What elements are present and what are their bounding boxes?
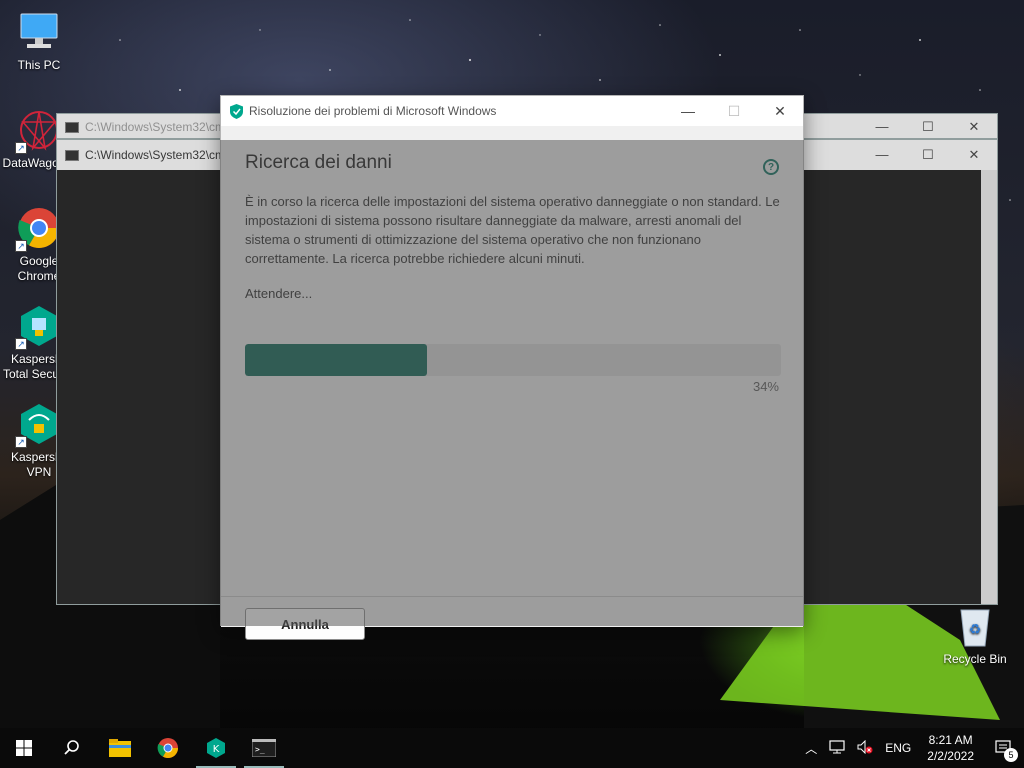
shortcut-arrow-icon: ↗ <box>15 142 27 154</box>
minimize-button[interactable]: — <box>859 119 905 135</box>
taskbar-cmd[interactable]: >_ <box>240 728 288 768</box>
footer-divider <box>221 596 803 597</box>
network-icon[interactable] <box>823 739 851 757</box>
maximize-button[interactable]: ☐ <box>905 147 951 163</box>
shortcut-arrow-icon: ↗ <box>15 338 27 350</box>
desktop-icon-label: Recycle Bin <box>943 652 1007 666</box>
notification-count: 5 <box>1004 748 1018 762</box>
desktop-icon-recycle-bin[interactable]: ♻ Recycle Bin <box>936 604 1014 667</box>
monitor-icon <box>17 10 61 54</box>
minimize-button[interactable]: — <box>859 147 905 163</box>
recycle-bin-icon: ♻ <box>953 604 997 648</box>
kaspersky-icon: ↗ <box>15 304 61 350</box>
chrome-icon: ↗ <box>15 206 61 252</box>
show-hidden-icons-chevron-icon[interactable]: ︿ <box>799 740 823 757</box>
progress-bar <box>245 344 781 376</box>
dialog-content: Ricerca dei danni ? È in corso la ricerc… <box>221 126 803 640</box>
clock-time: 8:21 AM <box>928 733 973 747</box>
shortcut-arrow-icon: ↗ <box>15 436 27 448</box>
troubleshooting-dialog[interactable]: Risoluzione dei problemi di Microsoft Wi… <box>220 95 804 640</box>
language-indicator[interactable]: ENG <box>879 741 917 755</box>
folder-icon <box>109 739 131 757</box>
dialog-description: È in corso la ricerca delle impostazioni… <box>245 194 780 266</box>
kaspersky-shield-icon <box>230 103 243 119</box>
close-button[interactable]: ✕ <box>951 119 997 135</box>
svg-text:>_: >_ <box>255 745 265 754</box>
cancel-button[interactable]: Annulla <box>245 608 365 640</box>
progress-percent: 34% <box>752 379 779 394</box>
shortcut-arrow-icon: ↗ <box>15 240 27 252</box>
maximize-button: ☐ <box>727 102 741 119</box>
svg-text:K: K <box>213 744 220 755</box>
clock[interactable]: 8:21 AM 2/2/2022 <box>917 732 984 764</box>
cmd-icon <box>65 149 79 161</box>
cmd-icon: >_ <box>252 739 276 757</box>
dialog-titlebar[interactable]: Risoluzione dei problemi di Microsoft Wi… <box>221 96 803 126</box>
windows-start-icon <box>16 740 32 756</box>
search-button[interactable] <box>48 728 96 768</box>
kaspersky-vpn-icon: ↗ <box>15 402 61 448</box>
wait-label: Attendere... <box>245 286 313 301</box>
action-center-button[interactable]: 5 <box>984 728 1024 768</box>
clock-date: 2/2/2022 <box>927 749 974 763</box>
taskbar: K >_ ︿ ENG 8:21 AM 2/2/2022 5 <box>0 728 1024 768</box>
desktop-icon-label: This PC <box>17 58 61 72</box>
datawagon-icon: ↗ <box>15 108 61 154</box>
minimize-button[interactable]: — <box>665 96 711 126</box>
close-button[interactable]: ✕ <box>757 96 803 126</box>
maximize-button[interactable]: ☐ <box>905 119 951 135</box>
svg-text:♻: ♻ <box>969 621 982 637</box>
console-scrollbar[interactable] <box>981 170 997 604</box>
taskbar-chrome[interactable] <box>144 728 192 768</box>
progress-fill <box>245 344 428 376</box>
kaspersky-icon: K <box>207 738 225 758</box>
taskbar-kaspersky[interactable]: K <box>192 728 240 768</box>
help-icon[interactable]: ? <box>763 159 779 175</box>
search-icon <box>64 740 79 755</box>
volume-muted-icon[interactable] <box>851 739 879 757</box>
taskbar-file-explorer[interactable] <box>96 728 144 768</box>
desktop-icon-this-pc[interactable]: This PC <box>0 10 78 73</box>
dialog-title: Risoluzione dei problemi di Microsoft Wi… <box>249 104 497 118</box>
dialog-heading: Ricerca dei danni <box>245 152 392 173</box>
close-button[interactable]: ✕ <box>951 147 997 163</box>
system-tray: ︿ ENG 8:21 AM 2/2/2022 5 <box>799 728 1024 768</box>
start-button[interactable] <box>0 728 48 768</box>
cmd-icon <box>65 121 79 133</box>
chrome-icon <box>157 738 178 758</box>
